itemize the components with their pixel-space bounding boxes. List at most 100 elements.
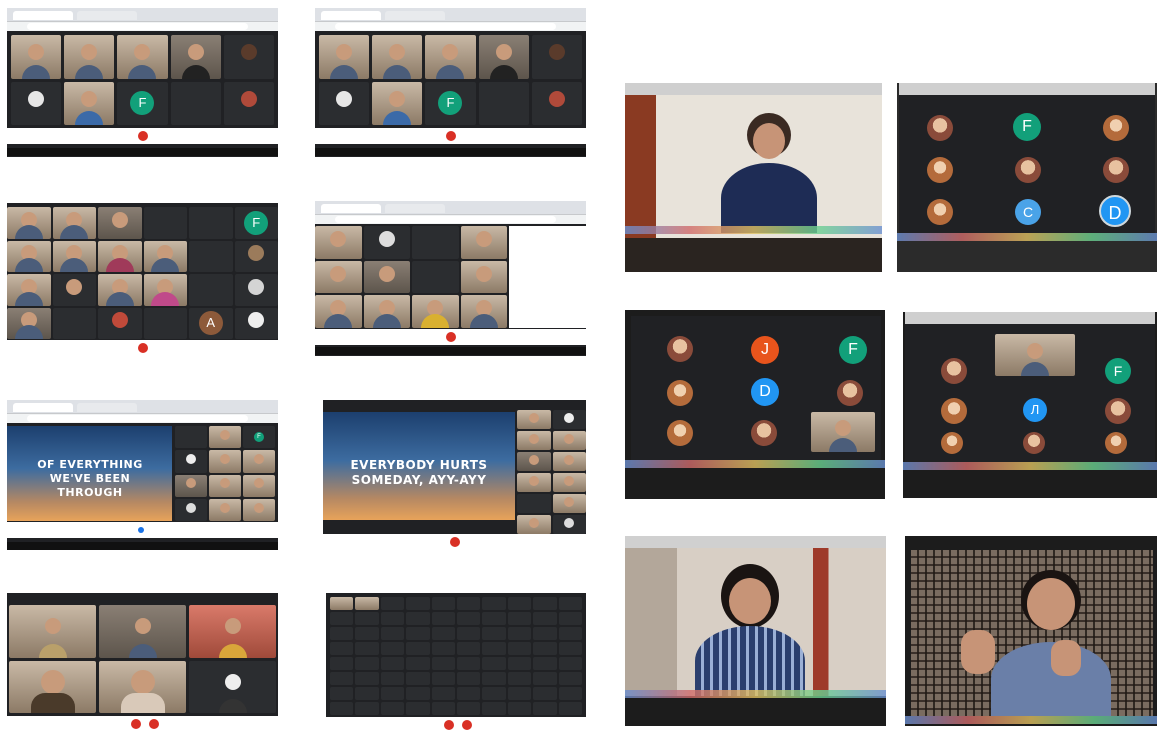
participant-tile — [117, 35, 168, 79]
laptop-photo-6 — [905, 536, 1157, 726]
participant-tile — [330, 702, 354, 715]
participant-tile — [52, 240, 96, 272]
avatar: Л — [1023, 398, 1047, 422]
participant-tile — [995, 334, 1075, 376]
participant-tile — [412, 295, 459, 328]
participant-avatar — [1105, 398, 1131, 424]
mic-off-button[interactable] — [148, 719, 159, 729]
participant-tile — [456, 642, 481, 655]
laptop-screen — [625, 536, 886, 696]
participant-tile — [517, 473, 551, 492]
participant-tile — [380, 597, 405, 610]
participant-tile — [243, 450, 275, 473]
avatar: F — [839, 336, 867, 364]
participant-tile — [533, 642, 557, 655]
chat-panel[interactable] — [509, 226, 586, 328]
participant-tile — [558, 657, 582, 670]
participant-avatar — [837, 380, 863, 406]
end-call-button[interactable] — [445, 332, 456, 342]
participant-tile — [431, 642, 455, 655]
participant-tile — [431, 687, 455, 700]
laptop-screen — [911, 550, 1153, 716]
participant-tile — [330, 627, 354, 640]
participant-tile — [507, 702, 532, 715]
participant-tile — [431, 597, 455, 610]
end-call-button[interactable] — [444, 720, 454, 730]
participant-avatar — [1015, 157, 1041, 183]
mac-dock — [897, 233, 1157, 241]
participant-tile — [7, 207, 51, 239]
mac-dock — [625, 226, 882, 234]
participant-tile — [223, 81, 274, 125]
windows-taskbar — [7, 542, 278, 550]
participant-tile — [330, 597, 354, 610]
participant-tile — [552, 473, 586, 492]
participant-tile — [315, 226, 362, 259]
participant-tile — [234, 307, 278, 339]
meet-control-bar — [7, 522, 278, 538]
address-bar[interactable] — [7, 22, 278, 31]
participant-tile — [482, 687, 506, 700]
participant-video — [961, 570, 1111, 716]
participant-tile — [223, 35, 274, 79]
participant-tile — [99, 660, 186, 713]
participant-tile — [170, 35, 221, 79]
participant-avatar — [927, 199, 953, 225]
address-bar[interactable] — [315, 22, 586, 31]
participant-tile — [98, 207, 142, 239]
participant-tile — [175, 498, 207, 521]
participant-avatar — [1103, 157, 1129, 183]
participant-tile — [482, 597, 506, 610]
end-call-button[interactable] — [130, 719, 141, 729]
participant-tile — [209, 474, 241, 497]
participant-tile — [517, 410, 551, 429]
participant-tile — [243, 498, 275, 521]
participant-avatar — [927, 115, 953, 141]
participant-tile — [533, 612, 557, 625]
participant-tile — [315, 260, 362, 294]
participant-tile — [531, 81, 582, 125]
participant-tile — [170, 81, 221, 125]
participant-tile — [380, 627, 405, 640]
mac-dock — [903, 462, 1157, 470]
laptop-photo-5: F Л — [903, 312, 1157, 498]
mac-dock — [625, 690, 886, 698]
participant-tile — [552, 515, 586, 534]
participant-tile — [380, 657, 405, 670]
address-bar[interactable] — [7, 414, 278, 423]
participant-tile — [456, 612, 481, 625]
participant-tile — [507, 612, 532, 625]
participant-tile — [507, 627, 532, 640]
participant-tile — [482, 627, 506, 640]
participant-tile — [99, 605, 186, 658]
participant-tile — [533, 702, 557, 715]
meet-control-bar — [315, 329, 586, 345]
end-call-button[interactable] — [137, 527, 144, 533]
participant-tile — [456, 687, 481, 700]
participant-tile — [52, 307, 96, 339]
end-call-button[interactable] — [137, 343, 148, 353]
participant-tile — [243, 474, 275, 497]
mic-off-button[interactable] — [462, 720, 472, 730]
participant-tile — [456, 672, 481, 685]
participant-tile — [143, 274, 187, 306]
end-call-button[interactable] — [445, 131, 456, 141]
address-bar[interactable] — [315, 215, 586, 224]
end-call-button[interactable] — [137, 131, 148, 141]
participant-tile — [11, 35, 62, 79]
participant-tile — [380, 672, 405, 685]
participant-avatar — [1103, 115, 1129, 141]
laptop-photo-2: J F D — [625, 310, 885, 499]
participant-tile — [363, 295, 410, 328]
participant-tile — [143, 307, 187, 339]
participant-tile — [189, 240, 233, 272]
laptop-photo-3 — [625, 536, 886, 726]
participant-tile — [363, 260, 410, 294]
avatar: F — [1013, 113, 1041, 141]
participant-avatar — [941, 432, 963, 454]
end-call-button[interactable] — [449, 537, 460, 547]
laptop-screen: J F D — [631, 316, 881, 464]
participant-avatar — [941, 398, 967, 424]
participant-tile — [11, 81, 62, 125]
participant-tile — [355, 642, 379, 655]
